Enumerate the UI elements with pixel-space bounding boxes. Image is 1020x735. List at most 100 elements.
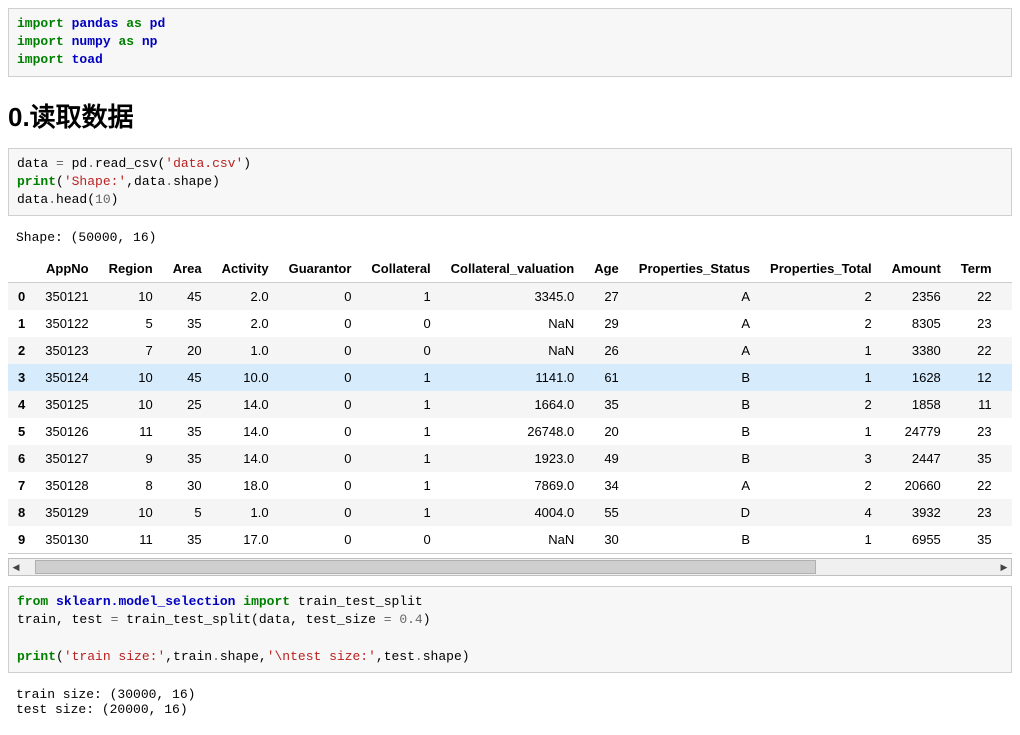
table-cell: 2356 bbox=[882, 283, 951, 311]
table-cell: 30 bbox=[163, 472, 212, 499]
table-cell: 350126 bbox=[35, 418, 98, 445]
string-literal: 'train size:' bbox=[64, 649, 165, 664]
table-cell: 1 bbox=[1002, 283, 1012, 311]
table-cell: 350127 bbox=[35, 445, 98, 472]
table-cell: 0 bbox=[279, 445, 362, 472]
module-name: numpy bbox=[72, 34, 111, 49]
scroll-right-arrow-icon[interactable]: ▶ bbox=[997, 560, 1011, 574]
table-cell: B bbox=[629, 418, 760, 445]
table-cell: 1 bbox=[1002, 337, 1012, 364]
table-row: 23501237201.000NaN26A13380221 bbox=[8, 337, 1012, 364]
table-cell: 2 bbox=[760, 310, 882, 337]
table-cell: 34 bbox=[584, 472, 629, 499]
row-index: 0 bbox=[8, 283, 35, 311]
arg: ,train bbox=[165, 649, 212, 664]
table-row: 4350125102514.0011664.035B21858116 bbox=[8, 391, 1012, 418]
index-header bbox=[8, 255, 35, 283]
table-cell: 4004.0 bbox=[441, 499, 585, 526]
table-cell: 0 bbox=[279, 391, 362, 418]
column-header: Region bbox=[99, 255, 163, 283]
row-index: 6 bbox=[8, 445, 35, 472]
table-cell: 7 bbox=[1002, 418, 1012, 445]
paren: ( bbox=[56, 174, 64, 189]
table-cell: 1 bbox=[361, 499, 440, 526]
table-cell: 26748.0 bbox=[441, 418, 585, 445]
table-cell: 7869.0 bbox=[441, 472, 585, 499]
row-index: 5 bbox=[8, 418, 35, 445]
row-index: 4 bbox=[8, 391, 35, 418]
keyword: import bbox=[243, 594, 290, 609]
table-cell: 23 bbox=[951, 418, 1002, 445]
table-cell: 11 bbox=[951, 391, 1002, 418]
scroll-thumb[interactable] bbox=[35, 560, 816, 574]
attr: shape, bbox=[220, 649, 267, 664]
table-cell: 23 bbox=[951, 310, 1002, 337]
table-cell: 10 bbox=[99, 499, 163, 526]
table-cell: 45 bbox=[163, 283, 212, 311]
lhs: train, test bbox=[17, 612, 111, 627]
var: data bbox=[17, 156, 56, 171]
table-cell: 35 bbox=[163, 310, 212, 337]
table-cell: 2447 bbox=[882, 445, 951, 472]
column-header: Activity bbox=[212, 255, 279, 283]
table-cell: 20 bbox=[163, 337, 212, 364]
table-cell: 1 bbox=[361, 445, 440, 472]
table-cell: 6 bbox=[1002, 391, 1012, 418]
import-name: train_test_split bbox=[298, 594, 423, 609]
table-cell: 350124 bbox=[35, 364, 98, 391]
table-cell: 0 bbox=[279, 526, 362, 553]
table-cell: NaN bbox=[441, 337, 585, 364]
table-cell: D bbox=[629, 499, 760, 526]
table-row: 035012110452.0013345.027A22356221 bbox=[8, 283, 1012, 311]
horizontal-scrollbar[interactable]: ◀ ▶ bbox=[8, 558, 1012, 576]
table-cell: 1 bbox=[1002, 445, 1012, 472]
table-cell: 35 bbox=[163, 526, 212, 553]
table-cell: 350121 bbox=[35, 283, 98, 311]
builtin: print bbox=[17, 174, 56, 189]
keyword: import bbox=[17, 52, 64, 67]
operator: = bbox=[56, 156, 64, 171]
column-header: Guarantor bbox=[279, 255, 362, 283]
table-cell: 3 bbox=[760, 445, 882, 472]
table-row: 635012793514.0011923.049B32447351 bbox=[8, 445, 1012, 472]
table-cell: 20660 bbox=[882, 472, 951, 499]
table-cell: 1628 bbox=[882, 364, 951, 391]
string-literal: 'Shape:' bbox=[64, 174, 126, 189]
scroll-left-arrow-icon[interactable]: ◀ bbox=[9, 560, 23, 574]
column-header: Collateral bbox=[361, 255, 440, 283]
module-name: pandas bbox=[72, 16, 119, 31]
table-cell: 0 bbox=[361, 310, 440, 337]
row-index: 7 bbox=[8, 472, 35, 499]
func: read_csv( bbox=[95, 156, 165, 171]
table-cell: A bbox=[629, 337, 760, 364]
table-cell: 3345.0 bbox=[441, 283, 585, 311]
arg: ,test bbox=[376, 649, 415, 664]
table-cell: 0 bbox=[279, 310, 362, 337]
string-literal: '\ntest size:' bbox=[267, 649, 376, 664]
table-cell: 6 bbox=[1002, 364, 1012, 391]
table-cell: 350123 bbox=[35, 337, 98, 364]
table-cell: NaN bbox=[441, 526, 585, 553]
table-row: 735012883018.0017869.034A220660226 bbox=[8, 472, 1012, 499]
paren: ) bbox=[243, 156, 251, 171]
table-cell: 27 bbox=[584, 283, 629, 311]
table-cell: 2 bbox=[760, 472, 882, 499]
table-cell: 1858 bbox=[882, 391, 951, 418]
row-index: 8 bbox=[8, 499, 35, 526]
table-cell: 5 bbox=[163, 499, 212, 526]
table-cell: 1 bbox=[361, 391, 440, 418]
table-cell: 0 bbox=[279, 499, 362, 526]
attr: shape) bbox=[173, 174, 220, 189]
table-cell: 23 bbox=[951, 499, 1002, 526]
column-header: Area bbox=[163, 255, 212, 283]
table-cell: 0 bbox=[361, 526, 440, 553]
table-cell: 0 bbox=[279, 418, 362, 445]
table-cell: 10 bbox=[99, 391, 163, 418]
table-cell: NaN bbox=[441, 310, 585, 337]
table-cell: 4 bbox=[760, 499, 882, 526]
number: 10 bbox=[95, 192, 111, 207]
table-cell: 25 bbox=[163, 391, 212, 418]
table-cell: 3932 bbox=[882, 499, 951, 526]
table-cell: 2.0 bbox=[212, 283, 279, 311]
scroll-track[interactable] bbox=[23, 559, 997, 575]
